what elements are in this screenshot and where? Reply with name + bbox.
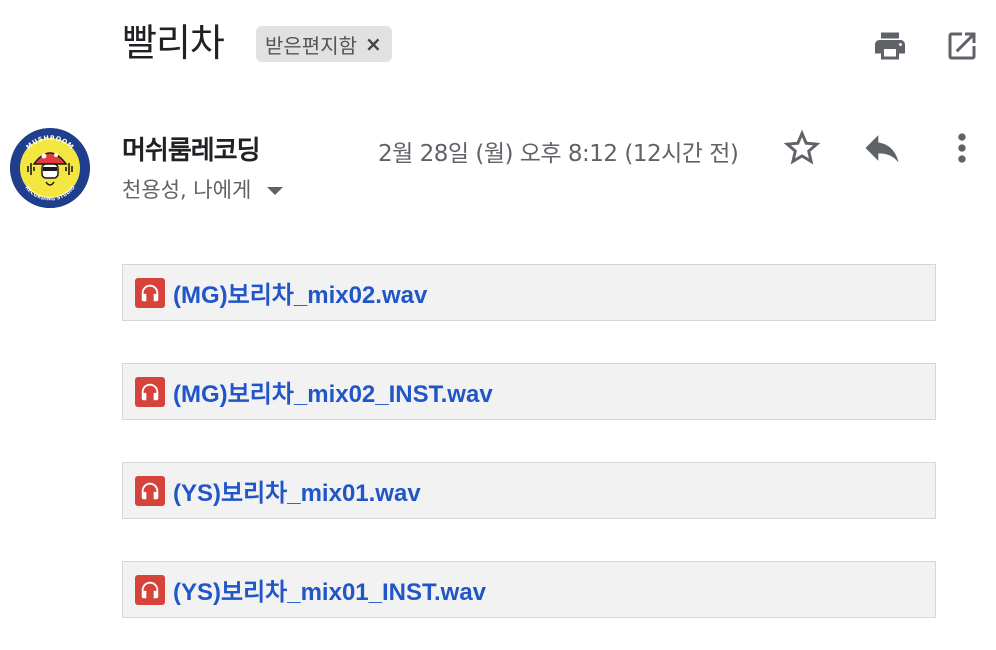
chevron-down-icon[interactable] <box>267 187 284 195</box>
attachment-name[interactable]: (YS)보리차_mix01_INST.wav <box>173 572 486 607</box>
attachment-name[interactable]: (YS)보리차_mix01.wav <box>173 473 421 508</box>
attachment-item[interactable]: (MG)보리차_mix02.wav <box>122 264 936 321</box>
attachment-name[interactable]: (MG)보리차_mix02_INST.wav <box>173 374 493 409</box>
email-subject: 빨리차 <box>122 21 225 65</box>
label-chip-inbox: 받은편지함 × <box>256 26 392 62</box>
attachment-item[interactable]: (MG)보리차_mix02_INST.wav <box>122 363 936 420</box>
sender-name: 머쉬룸레코딩 <box>122 136 261 166</box>
audio-file-icon <box>135 277 165 308</box>
audio-file-icon <box>135 475 165 506</box>
attachment-item[interactable]: (YS)보리차_mix01_INST.wav <box>122 561 936 618</box>
attachment-name[interactable]: (MG)보리차_mix02.wav <box>173 275 427 310</box>
open-in-new-window-icon[interactable] <box>944 28 980 64</box>
star-icon[interactable] <box>780 126 824 170</box>
sender-avatar: MUSHROOM RECORDING STUDIO <box>10 128 90 208</box>
more-vert-icon[interactable] <box>940 126 984 170</box>
print-icon[interactable] <box>872 28 908 64</box>
attachment-item[interactable]: (YS)보리차_mix01.wav <box>122 462 936 519</box>
remove-label-button[interactable]: × <box>365 34 382 54</box>
recipients: 천용성, 나에게 <box>122 174 284 204</box>
audio-file-icon <box>135 376 165 407</box>
email-date: 2월 28일 (월) 오후 8:12 (12시간 전) <box>378 141 739 167</box>
label-chip-text: 받은편지함 <box>265 33 357 58</box>
reply-icon[interactable] <box>860 126 904 170</box>
audio-file-icon <box>135 574 165 605</box>
recipients-text: 천용성, 나에게 <box>122 178 252 202</box>
